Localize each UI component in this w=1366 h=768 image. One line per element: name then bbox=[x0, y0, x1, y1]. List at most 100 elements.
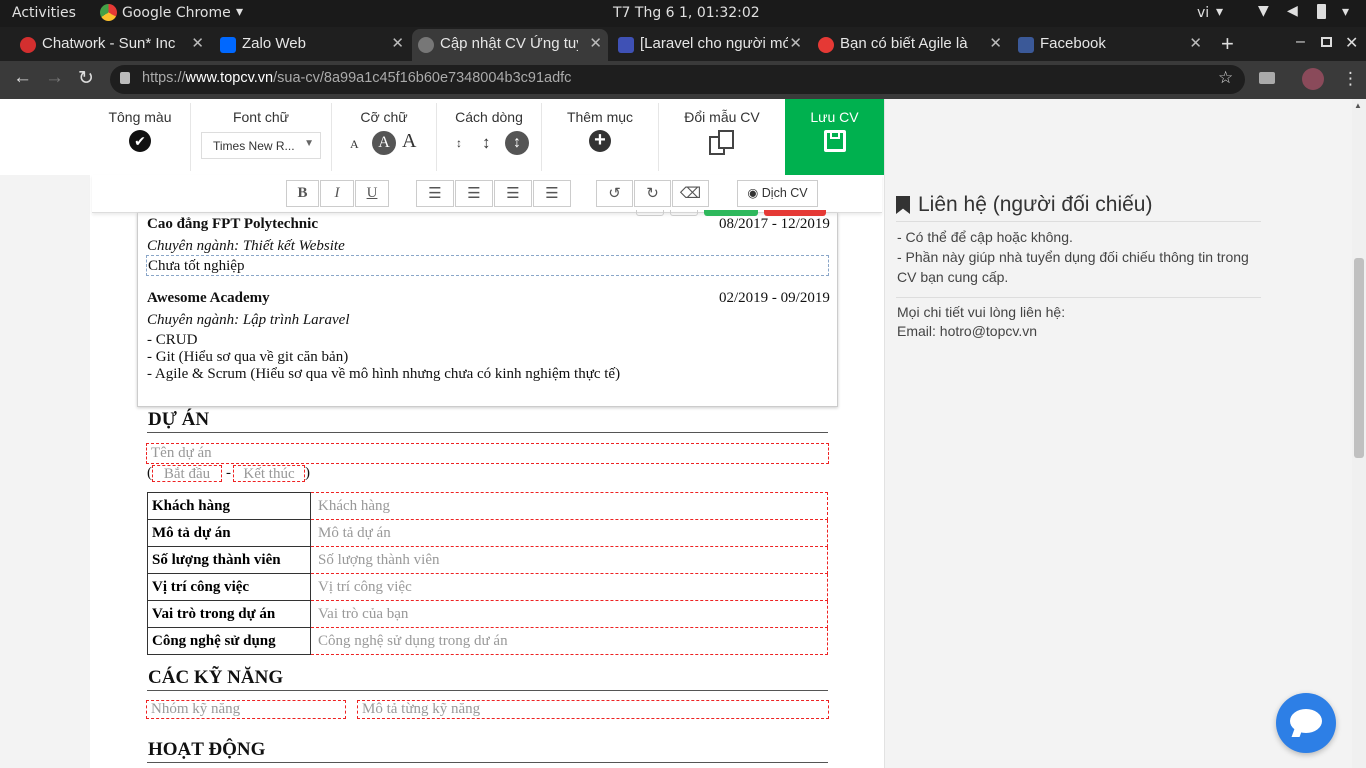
font-select[interactable]: Times New R... ▼ bbox=[201, 132, 321, 159]
save-cv-button[interactable]: Lưu CV bbox=[785, 99, 884, 175]
project-row: Vai trò trong dự án Vai trò của bạn bbox=[147, 600, 828, 628]
tab-laravel[interactable]: [Laravel cho người mới] ✕ bbox=[612, 29, 808, 61]
activities-heading[interactable]: HOẠT ĐỘNG bbox=[148, 739, 265, 761]
volume-icon[interactable]: ◀ bbox=[1287, 3, 1298, 19]
font-medium-icon[interactable]: A bbox=[372, 131, 396, 155]
spacing-medium-icon[interactable]: ↕ bbox=[482, 133, 491, 153]
project-end-input[interactable]: Kết thúc bbox=[233, 465, 305, 482]
project-field-input[interactable]: Khách hàng bbox=[310, 492, 828, 520]
tab-facebook[interactable]: Facebook ✕ bbox=[1012, 29, 1208, 61]
chat-button[interactable] bbox=[1276, 693, 1336, 753]
reload-icon[interactable]: ↻ bbox=[78, 67, 94, 90]
project-field-input[interactable]: Vai trò của bạn bbox=[310, 600, 828, 628]
education-date[interactable]: 02/2019 - 09/2019 bbox=[719, 290, 830, 307]
clock[interactable]: T7 Thg 6 1, 01:32:02 bbox=[613, 5, 760, 21]
color-theme-group[interactable]: Tông màu ✔ bbox=[90, 99, 190, 175]
url-scheme: https:// bbox=[142, 70, 186, 86]
close-tab-icon[interactable]: ✕ bbox=[589, 34, 602, 52]
italic-button[interactable]: I bbox=[320, 180, 354, 207]
spacing-small-icon[interactable]: ↕ bbox=[456, 136, 462, 150]
project-field-input[interactable]: Vị trí công việc bbox=[310, 573, 828, 601]
eraser-button[interactable]: ⌫ bbox=[672, 180, 709, 207]
section-divider bbox=[147, 432, 828, 433]
maximize-icon[interactable] bbox=[1321, 37, 1332, 47]
align-justify-button[interactable]: ☰ bbox=[533, 180, 571, 207]
spacing-large-icon[interactable]: ↕ bbox=[505, 131, 529, 155]
project-heading[interactable]: DỰ ÁN bbox=[148, 409, 209, 431]
address-bar[interactable]: https://www.topcv.vn/sua-cv/8a99a1c45f16… bbox=[110, 65, 1245, 94]
camera-icon[interactable] bbox=[1259, 72, 1275, 84]
minimize-icon[interactable]: – bbox=[1296, 33, 1305, 51]
page-left-margin bbox=[0, 175, 90, 768]
education-detail-line[interactable]: - CRUD bbox=[147, 332, 197, 349]
education-school[interactable]: Cao đẳng FPT Polytechnic bbox=[147, 216, 318, 233]
language-arrow-icon[interactable]: ▾ bbox=[1216, 4, 1223, 20]
font-size-group: Cỡ chữ A A A bbox=[332, 99, 436, 175]
project-field-input[interactable]: Công nghệ sử dụng trong dư án bbox=[310, 627, 828, 655]
os-top-bar: Activities Google Chrome ▾ T7 Thg 6 1, 0… bbox=[0, 0, 1366, 27]
profile-avatar[interactable] bbox=[1302, 68, 1324, 90]
project-field-input[interactable]: Số lượng thành viên bbox=[310, 546, 828, 574]
activities-button[interactable]: Activities bbox=[12, 5, 76, 21]
redo-button[interactable]: ↻ bbox=[634, 180, 671, 207]
scrollbar-thumb[interactable] bbox=[1354, 258, 1364, 458]
move-down-button[interactable] bbox=[670, 210, 698, 216]
font-large-icon[interactable]: A bbox=[402, 130, 416, 153]
close-tab-icon[interactable]: ✕ bbox=[1189, 34, 1202, 52]
add-section-group[interactable]: Thêm mục + bbox=[542, 99, 658, 175]
education-note[interactable]: Chưa tốt nghiệp bbox=[146, 255, 829, 276]
input-language[interactable]: vi bbox=[1197, 5, 1209, 21]
browser-menu-icon[interactable]: ⋮ bbox=[1342, 69, 1359, 89]
wifi-icon[interactable]: ▼ bbox=[1258, 3, 1269, 19]
new-tab-icon[interactable]: + bbox=[1221, 31, 1234, 57]
battery-icon[interactable] bbox=[1317, 4, 1326, 19]
sidebar-text: - Phần này giúp nhà tuyển dụng đối chiếu… bbox=[897, 249, 1249, 265]
education-major[interactable]: Chuyên ngành: Thiết kết Website bbox=[147, 238, 345, 255]
education-major[interactable]: Chuyên ngành: Lập trình Laravel bbox=[147, 312, 350, 329]
skills-heading[interactable]: CÁC KỸ NĂNG bbox=[148, 667, 283, 689]
tab-chatwork[interactable]: Chatwork - Sun* Inc ✕ bbox=[14, 29, 210, 61]
tab-title: Zalo Web bbox=[242, 35, 306, 52]
close-tab-icon[interactable]: ✕ bbox=[391, 34, 404, 52]
align-center-button[interactable]: ☰ bbox=[494, 180, 532, 207]
tab-zalo[interactable]: Zalo Web ✕ bbox=[214, 29, 410, 61]
education-detail-line[interactable]: - Agile & Scrum (Hiểu sơ qua về mô hình … bbox=[147, 366, 620, 383]
project-row: Mô tả dự án Mô tả dự án bbox=[147, 519, 828, 547]
change-template-group[interactable]: Đổi mẫu CV bbox=[659, 99, 785, 175]
app-menu[interactable]: Google Chrome bbox=[122, 5, 231, 21]
tab-topcv-active[interactable]: Cập nhật CV Ứng tuyển ✕ bbox=[412, 29, 608, 61]
scroll-up-arrow-icon[interactable]: ▲ bbox=[1354, 101, 1362, 110]
undo-button[interactable]: ↺ bbox=[596, 180, 633, 207]
move-up-button[interactable] bbox=[636, 210, 664, 216]
education-detail-line[interactable]: - Git (Hiểu sơ qua về git căn bản) bbox=[147, 349, 348, 366]
education-school[interactable]: Awesome Academy bbox=[147, 290, 270, 307]
back-icon[interactable]: ← bbox=[13, 67, 32, 89]
align-right-button[interactable]: ☰ bbox=[455, 180, 493, 207]
lock-icon bbox=[120, 72, 130, 84]
check-circle-icon[interactable]: ✔ bbox=[129, 130, 151, 152]
close-window-icon[interactable]: ✕ bbox=[1345, 33, 1358, 53]
project-start-input[interactable]: Bắt đầu bbox=[152, 465, 222, 482]
save-cv-label: Lưu CV bbox=[810, 109, 859, 125]
bold-button[interactable]: B bbox=[286, 180, 319, 207]
translate-label: Dịch CV bbox=[761, 186, 808, 200]
skill-description-input[interactable]: Mô tả từng kỹ năng bbox=[357, 700, 829, 719]
bookmark-star-icon[interactable]: ☆ bbox=[1218, 68, 1233, 88]
education-date[interactable]: 08/2017 - 12/2019 bbox=[719, 216, 830, 233]
app-menu-arrow-icon[interactable]: ▾ bbox=[236, 4, 243, 20]
facebook-favicon-icon bbox=[1018, 37, 1034, 53]
project-field-input[interactable]: Mô tả dự án bbox=[310, 519, 828, 547]
font-small-icon[interactable]: A bbox=[350, 137, 359, 152]
align-left-button[interactable]: ☰ bbox=[416, 180, 454, 207]
underline-button[interactable]: U bbox=[355, 180, 389, 207]
project-name-input[interactable]: Tên dự án bbox=[146, 443, 829, 464]
close-tab-icon[interactable]: ✕ bbox=[789, 34, 802, 52]
close-tab-icon[interactable]: ✕ bbox=[989, 34, 1002, 52]
system-menu-icon[interactable]: ▾ bbox=[1342, 4, 1349, 20]
font-group: Font chữ Times New R... ▼ bbox=[191, 99, 331, 175]
close-tab-icon[interactable]: ✕ bbox=[191, 34, 204, 52]
forward-icon[interactable]: → bbox=[45, 67, 64, 89]
skill-group-input[interactable]: Nhóm kỹ năng bbox=[146, 700, 346, 719]
translate-cv-button[interactable]: ◉ Dịch CV bbox=[737, 180, 818, 207]
tab-agile[interactable]: Bạn có biết Agile là gì ✕ bbox=[812, 29, 1008, 61]
